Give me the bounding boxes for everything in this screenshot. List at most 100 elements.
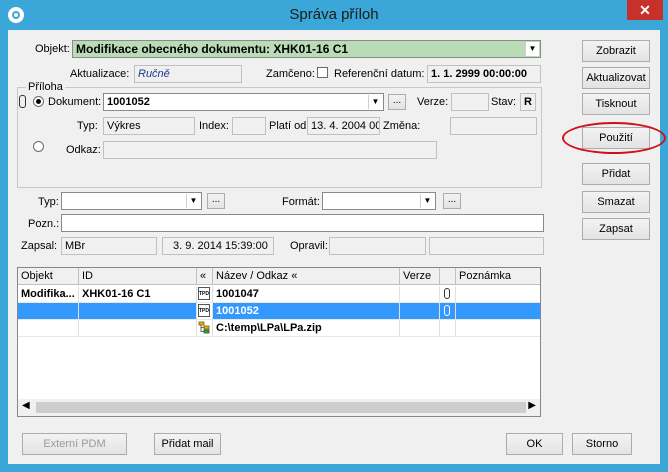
dokument-value: 1001052 (107, 96, 150, 108)
table-cell-objekt[interactable]: Modifika... (18, 286, 79, 303)
zapsal-field: MBr (61, 237, 157, 255)
highlight-ring (562, 122, 666, 154)
table-cell-poznamka[interactable] (456, 303, 540, 320)
zobrazit-button[interactable]: Zobrazit (582, 40, 650, 62)
typ-label: Typ: (77, 120, 98, 132)
zamceno-checkbox[interactable] (317, 67, 328, 78)
pridat-button[interactable]: Přidat (582, 163, 650, 185)
chevron-down-icon[interactable]: ▼ (525, 42, 539, 56)
table-cell-id[interactable]: XHK01-16 C1 (79, 286, 197, 303)
scroll-right-icon[interactable]: ▶ (528, 400, 536, 411)
typ-browse-button[interactable]: ... (207, 193, 225, 209)
col-header-collapse[interactable]: « (197, 268, 213, 285)
table-cell-nazev[interactable]: 1001047 (213, 286, 400, 303)
col-header-clip[interactable] (440, 268, 456, 285)
odkaz-label: Odkaz: (66, 144, 101, 156)
table-cell-objekt[interactable] (18, 303, 79, 320)
dokument-label: Dokument: (48, 96, 102, 108)
stav-label: Stav: (491, 96, 517, 108)
dialog-body: Objekt: Modifikace obecného dokumentu: X… (8, 30, 666, 464)
scroll-left-icon[interactable]: ◀ (22, 400, 30, 411)
poznamka-label: Pozn.: (28, 218, 60, 230)
dokument-combobox[interactable]: 1001052 ▼ (103, 93, 384, 111)
priloha-group-label: Příloha (26, 81, 65, 93)
table-cell-verze[interactable] (400, 303, 440, 320)
window-title: Správa příloh (289, 6, 379, 23)
table-cell-verze[interactable] (400, 320, 440, 337)
odkaz-field (103, 141, 437, 159)
storno-button[interactable]: Storno (572, 433, 632, 455)
referencni-datum-label: Referenční datum: (334, 68, 425, 80)
stav-field: R (520, 93, 536, 111)
attachments-grid[interactable]: Objekt ID « Název / Odkaz « Verze Poznám… (17, 267, 541, 417)
horizontal-scrollbar[interactable]: ◀ ▶ (18, 399, 540, 416)
table-cell-icon[interactable]: TPD (197, 286, 213, 303)
index-label: Index: (199, 120, 229, 132)
table-cell-verze[interactable] (400, 286, 440, 303)
chevron-down-icon[interactable]: ▼ (368, 95, 382, 109)
col-header-nazev[interactable]: Název / Odkaz « (213, 268, 400, 285)
typ-filter-label: Typ: (38, 196, 59, 208)
col-header-poznamka[interactable]: Poznámka (456, 268, 540, 285)
zapsat-button[interactable]: Zapsat (582, 218, 650, 240)
chevron-down-icon[interactable]: ▼ (186, 194, 200, 208)
smazat-button[interactable]: Smazat (582, 191, 650, 213)
externi-pdm-button[interactable]: Externí PDM (22, 433, 127, 455)
objekt-label: Objekt: (35, 43, 70, 55)
format-combobox[interactable]: ▼ (322, 192, 436, 210)
objekt-value: Modifikace obecného dokumentu: XHK01-16 … (76, 42, 349, 56)
odkaz-radio[interactable] (33, 141, 44, 152)
paperclip-icon (444, 288, 450, 299)
chevron-down-icon[interactable]: ▼ (420, 194, 434, 208)
index-field (232, 117, 266, 135)
opravil-date-field (429, 237, 544, 255)
table-cell-objekt[interactable] (18, 320, 79, 337)
title-bar[interactable]: Správa příloh ✕ (0, 0, 668, 30)
dokument-browse-button[interactable]: ... (388, 94, 406, 110)
zapsal-label: Zapsal: (21, 240, 58, 252)
table-cell-nazev[interactable]: C:\temp\LPa\LPa.zip (213, 320, 400, 337)
ok-button[interactable]: OK (506, 433, 563, 455)
tpd-doc-icon: TPD (198, 304, 210, 317)
table-cell-poznamka[interactable] (456, 286, 540, 303)
close-button[interactable]: ✕ (627, 0, 663, 20)
plati-od-field: 13. 4. 2004 00:00:00 (307, 117, 380, 135)
tree-icon (198, 321, 210, 334)
dialog-window: Správa příloh ✕ Objekt: Modifikace obecn… (0, 0, 668, 472)
scroll-thumb[interactable] (36, 402, 526, 413)
table-cell-clip[interactable] (440, 303, 456, 320)
paperclip-icon (444, 305, 450, 316)
col-header-id[interactable]: ID (79, 268, 197, 285)
opravil-field (329, 237, 426, 255)
tpd-doc-icon: TPD (198, 287, 210, 300)
zapsal-date-field: 3. 9. 2014 15:39:00 (162, 237, 274, 255)
aktualizace-label: Aktualizace: (70, 68, 130, 80)
objekt-combobox[interactable]: Modifikace obecného dokumentu: XHK01-16 … (72, 40, 541, 58)
table-cell-clip[interactable] (440, 286, 456, 303)
pridat-mail-button[interactable]: Přidat mail (154, 433, 221, 455)
aktualizace-field: Ručně (134, 65, 242, 83)
zmena-label: Změna: (383, 120, 421, 132)
aktualizovat-button[interactable]: Aktualizovat (582, 67, 650, 89)
table-cell-clip[interactable] (440, 320, 456, 337)
table-cell-nazev[interactable]: 1001052 (213, 303, 400, 320)
verze-label: Verze: (417, 96, 449, 108)
format-browse-button[interactable]: ... (443, 193, 461, 209)
table-cell-id[interactable] (79, 320, 197, 337)
opravil-label: Opravil: (290, 240, 328, 252)
paperclip-icon (19, 95, 26, 108)
dokument-radio[interactable] (33, 96, 44, 107)
tisknout-button[interactable]: Tisknout (582, 93, 650, 115)
typ-filter-combobox[interactable]: ▼ (61, 192, 202, 210)
table-cell-poznamka[interactable] (456, 320, 540, 337)
poznamka-input[interactable] (61, 214, 544, 232)
table-cell-icon[interactable]: TPD (197, 303, 213, 320)
col-header-verze[interactable]: Verze (400, 268, 440, 285)
col-header-objekt[interactable]: Objekt (18, 268, 79, 285)
plati-od-label: Platí od: (269, 120, 310, 132)
format-label: Formát: (282, 196, 320, 208)
table-cell-id[interactable] (79, 303, 197, 320)
referencni-datum-field: 1. 1. 2999 00:00:00 (427, 65, 541, 83)
table-cell-icon[interactable] (197, 320, 213, 337)
verze-field (451, 93, 489, 111)
